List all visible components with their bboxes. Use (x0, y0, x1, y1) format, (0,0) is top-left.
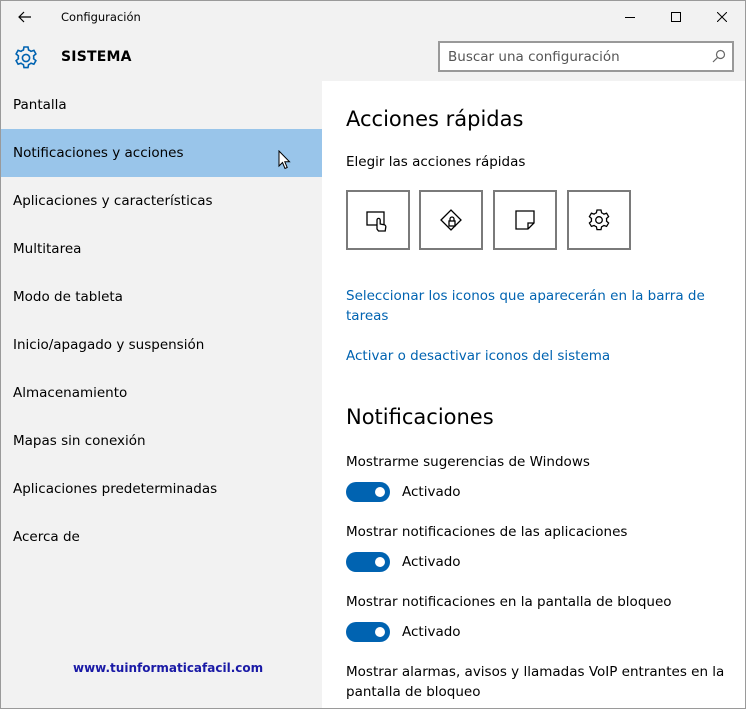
sidebar-item-pantalla[interactable]: Pantalla (1, 81, 322, 129)
sidebar-item-label: Mapas sin conexión (13, 433, 146, 449)
quick-actions-subheading: Elegir las acciones rápidas (346, 154, 526, 170)
quick-action-tablet-mode[interactable] (346, 190, 410, 250)
section-title: SISTEMA (61, 49, 132, 65)
sidebar-item-modo-tableta[interactable]: Modo de tableta (1, 273, 322, 321)
maximize-button[interactable] (653, 1, 699, 33)
sidebar-item-notificaciones[interactable]: Notificaciones y acciones (1, 129, 322, 177)
mouse-cursor-icon (278, 150, 291, 170)
sidebar-item-label: Modo de tableta (13, 289, 123, 305)
toggle-knob (375, 627, 385, 637)
setting-label-alarms-voip: Mostrar alarmas, avisos y llamadas VoIP … (346, 664, 725, 700)
quick-action-note[interactable] (493, 190, 557, 250)
quick-actions-heading: Acciones rápidas (346, 107, 524, 131)
toggle-state-label: Activado (402, 484, 461, 500)
sidebar-item-label: Aplicaciones y características (13, 193, 213, 209)
sidebar-item-label: Acerca de (13, 529, 80, 545)
minimize-button[interactable] (607, 1, 653, 33)
windows-tips-toggle[interactable] (346, 482, 390, 502)
title-bar: Configuración (1, 1, 745, 33)
search-icon[interactable] (712, 49, 726, 63)
settings-window: Configuración SISTEMA Buscar una configu… (0, 0, 746, 709)
sidebar-item-label: Pantalla (13, 97, 67, 113)
search-box[interactable] (438, 41, 734, 72)
toggle-row-lock-screen-notifications: Activado (346, 621, 461, 643)
window-title: Configuración (61, 10, 141, 24)
sidebar-item-mapas[interactable]: Mapas sin conexión (1, 417, 322, 465)
sidebar-item-almacenamiento[interactable]: Almacenamiento (1, 369, 322, 417)
taskbar-icons-link[interactable]: Seleccionar los iconos que aparecerán en… (346, 286, 716, 326)
back-button[interactable] (1, 1, 49, 33)
system-icons-link[interactable]: Activar o desactivar iconos del sistema (346, 346, 716, 366)
sidebar-item-multitarea[interactable]: Multitarea (1, 225, 322, 273)
sidebar-item-aplicaciones-predeterminadas[interactable]: Aplicaciones predeterminadas (1, 465, 322, 513)
toggle-state-label: Activado (402, 554, 461, 570)
sidebar-item-label: Almacenamiento (13, 385, 128, 401)
quick-action-location[interactable] (419, 190, 483, 250)
sidebar-item-acerca-de[interactable]: Acerca de (1, 513, 322, 561)
toggle-state-label: Activado (402, 624, 461, 640)
minimize-icon (625, 17, 635, 18)
quick-action-settings[interactable] (567, 190, 631, 250)
toggle-row-app-notifications: Activado (346, 551, 461, 573)
sidebar-item-label: Aplicaciones predeterminadas (13, 481, 218, 497)
gear-icon (15, 46, 37, 69)
sidebar-item-label: Inicio/apagado y suspensión (13, 337, 205, 353)
sidebar-item-aplicaciones[interactable]: Aplicaciones y características (1, 177, 322, 225)
arrow-left-icon (18, 11, 31, 23)
sidebar-item-inicio-apagado[interactable]: Inicio/apagado y suspensión (1, 321, 322, 369)
note-icon (515, 210, 535, 230)
notifications-heading: Notificaciones (346, 405, 494, 429)
close-icon (717, 12, 727, 22)
gear-icon (588, 209, 610, 231)
lock-screen-notifications-toggle[interactable] (346, 622, 390, 642)
sidebar-item-label: Multitarea (13, 241, 82, 257)
toggle-knob (375, 487, 385, 497)
toggle-row-windows-tips: Activado (346, 481, 461, 503)
watermark: www.tuinformaticafacil.com (73, 661, 264, 675)
location-icon (440, 209, 462, 231)
close-button[interactable] (699, 1, 745, 33)
setting-label-lock-screen-notifications: Mostrar notificaciones en la pantalla de… (346, 594, 672, 610)
toggle-knob (375, 557, 385, 567)
main-content: Acciones rápidas Elegir las acciones ráp… (322, 81, 745, 708)
search-input[interactable] (448, 47, 698, 66)
setting-label-app-notifications: Mostrar notificaciones de las aplicacion… (346, 524, 628, 540)
sidebar-item-label: Notificaciones y acciones (13, 145, 184, 161)
sidebar: Pantalla Notificaciones y acciones Aplic… (1, 81, 322, 708)
tablet-mode-icon (366, 211, 387, 232)
setting-label-windows-tips: Mostrarme sugerencias de Windows (346, 454, 590, 470)
page-header: SISTEMA (1, 33, 745, 81)
app-notifications-toggle[interactable] (346, 552, 390, 572)
maximize-icon (671, 12, 681, 22)
